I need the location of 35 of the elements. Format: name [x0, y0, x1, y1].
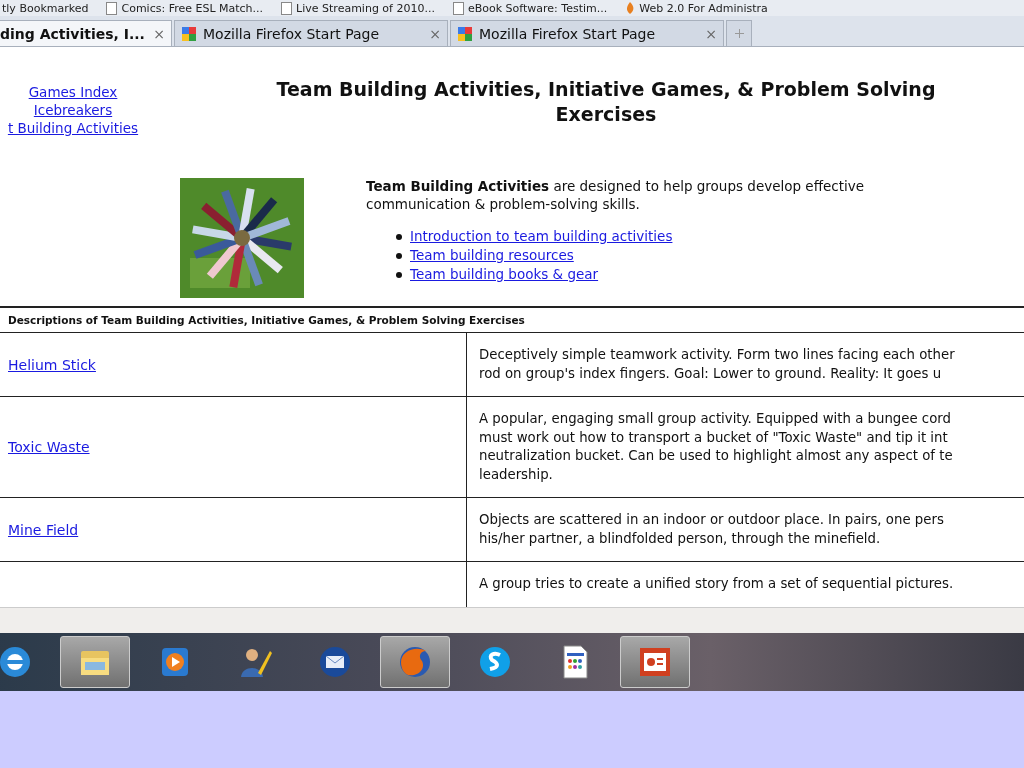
browser-tab[interactable]: Mozilla Firefox Start Page ×: [450, 20, 724, 46]
resource-link[interactable]: Team building books & gear: [410, 265, 599, 284]
bookmark[interactable]: tly Bookmarked: [2, 1, 89, 15]
activity-link[interactable]: Mine Field: [8, 521, 79, 538]
plus-icon: [734, 29, 744, 38]
page-icon: [452, 1, 464, 15]
activity-description: Objects are scattered in an indoor or outdoor place. In pairs, one pers his/her partner, a blindfolded person, through the minefield.: [478, 511, 945, 548]
resource-link[interactable]: Introduction to team building activities: [410, 227, 673, 246]
nav-link[interactable]: Icebreakers: [33, 101, 113, 119]
page-icon: [106, 1, 118, 15]
bookmark[interactable]: Comics: Free ESL Match...: [106, 1, 264, 15]
activity-link[interactable]: Toxic Waste: [8, 439, 90, 455]
table-heading: Descriptions of Team Building Activities, Initiative Games, & Problem Solving Exercises: [0, 308, 1024, 333]
bookmark[interactable]: Live Streaming of 2010...: [281, 1, 435, 15]
activity-description: A popular, engaging small group activity. Equipped with a bungee cord must work out how to transport a bucket of "Toxic Waste" and tip it int neutralization bucket. Can be used to highlight almost any aspect of te leadership.: [478, 410, 954, 484]
close-tab-button[interactable]: ×: [705, 25, 717, 42]
page-title: Team Building Activities, Initiative Games, & Problem Solving Exercises: [275, 77, 937, 127]
taskbar-button[interactable]: [620, 636, 690, 688]
activity-description: A group tries to create a unified story from a set of sequential pictures.: [478, 575, 955, 593]
intro-paragraph: Team Building Activities are designed to help groups develop effective communication & problem-solving skills.: [366, 177, 866, 213]
resource-link[interactable]: Team building resources: [410, 246, 574, 265]
activity-description: Deceptively simple teamwork activity. Form two lines facing each other rod on group's index fingers. Goal: Lower to ground. Reality: It goes u: [478, 346, 956, 383]
close-tab-button[interactable]: ×: [153, 25, 165, 42]
close-tab-button[interactable]: ×: [429, 25, 441, 42]
nav-link[interactable]: Games Index: [28, 83, 118, 101]
bookmark[interactable]: eBook Software: Testim...: [452, 1, 608, 15]
activity-link[interactable]: Helium Stick: [8, 356, 96, 373]
nav-link[interactable]: t Building Activities: [7, 119, 139, 137]
puzzle-icon: [181, 25, 197, 42]
puzzle-icon: [457, 25, 473, 42]
page-icon: [281, 1, 293, 15]
browser-tab[interactable]: Mozilla Firefox Start Page ×: [174, 20, 448, 46]
bookmark[interactable]: Web 2.0 For Administra: [625, 1, 768, 15]
browser-tab[interactable]: ding Activities, I... ×: [0, 20, 172, 46]
flame-icon: [625, 2, 636, 14]
